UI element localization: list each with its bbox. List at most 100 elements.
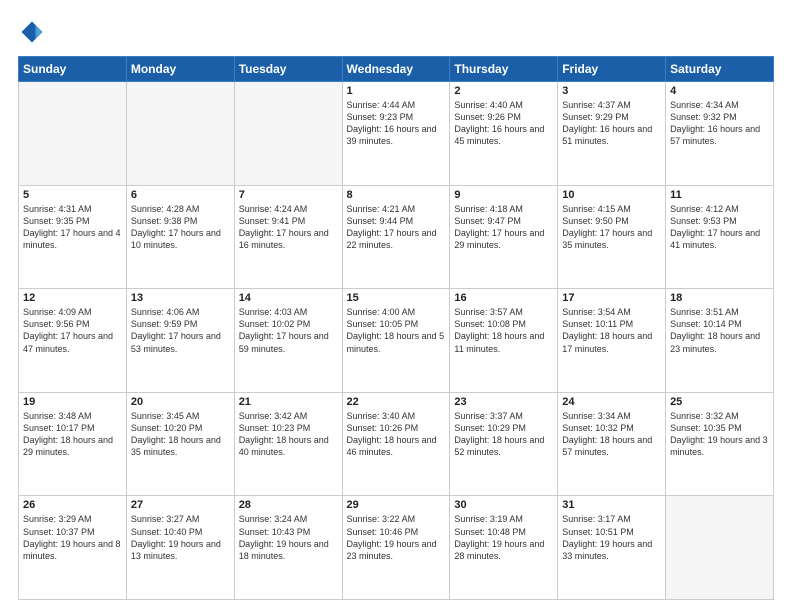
day-number: 3 [562,85,661,97]
day-info: Sunrise: 4:12 AM Sunset: 9:53 PM Dayligh… [670,203,769,252]
day-number: 2 [454,85,553,97]
day-info: Sunrise: 4:00 AM Sunset: 10:05 PM Daylig… [347,306,446,355]
weekday-header-row: SundayMondayTuesdayWednesdayThursdayFrid… [19,57,774,82]
day-number: 19 [23,396,122,408]
calendar-cell: 22 Sunrise: 3:40 AM Sunset: 10:26 PM Dayl… [342,392,450,496]
day-info: Sunrise: 3:32 AM Sunset: 10:35 PM Daylig… [670,410,769,459]
day-info: Sunrise: 3:42 AM Sunset: 10:23 PM Daylig… [239,410,338,459]
day-number: 6 [131,189,230,201]
calendar-cell: 3 Sunrise: 4:37 AM Sunset: 9:29 PM Daylig… [558,82,666,186]
day-number: 25 [670,396,769,408]
day-info: Sunrise: 4:28 AM Sunset: 9:38 PM Dayligh… [131,203,230,252]
day-number: 11 [670,189,769,201]
week-row-3: 19 Sunrise: 3:48 AM Sunset: 10:17 PM Dayl… [19,392,774,496]
day-info: Sunrise: 4:15 AM Sunset: 9:50 PM Dayligh… [562,203,661,252]
weekday-header-saturday: Saturday [666,57,774,82]
day-number: 9 [454,189,553,201]
day-number: 14 [239,292,338,304]
day-number: 8 [347,189,446,201]
calendar-cell: 25 Sunrise: 3:32 AM Sunset: 10:35 PM Dayl… [666,392,774,496]
week-row-1: 5 Sunrise: 4:31 AM Sunset: 9:35 PM Daylig… [19,185,774,289]
page: SundayMondayTuesdayWednesdayThursdayFrid… [0,0,792,612]
calendar-cell: 21 Sunrise: 3:42 AM Sunset: 10:23 PM Dayl… [234,392,342,496]
day-info: Sunrise: 4:09 AM Sunset: 9:56 PM Dayligh… [23,306,122,355]
weekday-header-friday: Friday [558,57,666,82]
calendar-cell: 7 Sunrise: 4:24 AM Sunset: 9:41 PM Daylig… [234,185,342,289]
week-row-0: 1 Sunrise: 4:44 AM Sunset: 9:23 PM Daylig… [19,82,774,186]
calendar-cell: 24 Sunrise: 3:34 AM Sunset: 10:32 PM Dayl… [558,392,666,496]
day-number: 24 [562,396,661,408]
day-number: 4 [670,85,769,97]
calendar-cell: 6 Sunrise: 4:28 AM Sunset: 9:38 PM Daylig… [126,185,234,289]
calendar-cell: 12 Sunrise: 4:09 AM Sunset: 9:56 PM Dayli… [19,289,127,393]
day-info: Sunrise: 3:48 AM Sunset: 10:17 PM Daylig… [23,410,122,459]
day-number: 16 [454,292,553,304]
calendar-cell [666,496,774,600]
day-number: 21 [239,396,338,408]
day-info: Sunrise: 3:17 AM Sunset: 10:51 PM Daylig… [562,513,661,562]
calendar-cell: 10 Sunrise: 4:15 AM Sunset: 9:50 PM Dayli… [558,185,666,289]
day-number: 18 [670,292,769,304]
day-info: Sunrise: 4:21 AM Sunset: 9:44 PM Dayligh… [347,203,446,252]
day-info: Sunrise: 3:54 AM Sunset: 10:11 PM Daylig… [562,306,661,355]
calendar-cell: 31Sunrise: 3:17 AM Sunset: 10:51 PM Dayl… [558,496,666,600]
day-number: 23 [454,396,553,408]
calendar-cell: 9 Sunrise: 4:18 AM Sunset: 9:47 PM Daylig… [450,185,558,289]
day-number: 12 [23,292,122,304]
calendar-cell: 27 Sunrise: 3:27 AM Sunset: 10:40 PM Dayl… [126,496,234,600]
day-info: Sunrise: 3:51 AM Sunset: 10:14 PM Daylig… [670,306,769,355]
calendar-cell: 20Sunrise: 3:45 AM Sunset: 10:20 PM Dayl… [126,392,234,496]
day-info: Sunrise: 4:31 AM Sunset: 9:35 PM Dayligh… [23,203,122,252]
calendar-cell: 30Sunrise: 3:19 AM Sunset: 10:48 PM Dayl… [450,496,558,600]
day-info: Sunrise: 3:19 AM Sunset: 10:48 PM Daylig… [454,513,553,562]
day-info: Sunrise: 4:40 AM Sunset: 9:26 PM Dayligh… [454,99,553,148]
logo-icon [18,18,46,46]
calendar-cell [126,82,234,186]
day-info: Sunrise: 3:34 AM Sunset: 10:32 PM Daylig… [562,410,661,459]
calendar-cell: 17 Sunrise: 3:54 AM Sunset: 10:11 PM Dayl… [558,289,666,393]
day-info: Sunrise: 4:24 AM Sunset: 9:41 PM Dayligh… [239,203,338,252]
day-number: 7 [239,189,338,201]
day-number: 15 [347,292,446,304]
day-info: Sunrise: 3:27 AM Sunset: 10:40 PM Daylig… [131,513,230,562]
day-number: 22 [347,396,446,408]
calendar-cell [234,82,342,186]
weekday-header-thursday: Thursday [450,57,558,82]
calendar-cell: 18 Sunrise: 3:51 AM Sunset: 10:14 PM Dayl… [666,289,774,393]
day-info: Sunrise: 4:44 AM Sunset: 9:23 PM Dayligh… [347,99,446,148]
calendar-table: SundayMondayTuesdayWednesdayThursdayFrid… [18,56,774,600]
day-info: Sunrise: 4:18 AM Sunset: 9:47 PM Dayligh… [454,203,553,252]
day-number: 13 [131,292,230,304]
logo [18,18,50,46]
calendar-cell: 29Sunrise: 3:22 AM Sunset: 10:46 PM Dayl… [342,496,450,600]
calendar-cell: 13Sunrise: 4:06 AM Sunset: 9:59 PM Dayli… [126,289,234,393]
day-number: 5 [23,189,122,201]
day-info: Sunrise: 3:37 AM Sunset: 10:29 PM Daylig… [454,410,553,459]
week-row-4: 26 Sunrise: 3:29 AM Sunset: 10:37 PM Dayl… [19,496,774,600]
day-info: Sunrise: 3:57 AM Sunset: 10:08 PM Daylig… [454,306,553,355]
day-number: 20 [131,396,230,408]
day-number: 10 [562,189,661,201]
calendar-cell: 1 Sunrise: 4:44 AM Sunset: 9:23 PM Daylig… [342,82,450,186]
calendar-cell: 28Sunrise: 3:24 AM Sunset: 10:43 PM Dayl… [234,496,342,600]
day-info: Sunrise: 4:37 AM Sunset: 9:29 PM Dayligh… [562,99,661,148]
calendar-cell: 4Sunrise: 4:34 AM Sunset: 9:32 PM Daylig… [666,82,774,186]
day-number: 27 [131,499,230,511]
day-number: 26 [23,499,122,511]
calendar-cell: 8 Sunrise: 4:21 AM Sunset: 9:44 PM Daylig… [342,185,450,289]
weekday-header-tuesday: Tuesday [234,57,342,82]
calendar-cell: 5 Sunrise: 4:31 AM Sunset: 9:35 PM Daylig… [19,185,127,289]
day-number: 28 [239,499,338,511]
calendar-cell: 2 Sunrise: 4:40 AM Sunset: 9:26 PM Daylig… [450,82,558,186]
day-info: Sunrise: 3:29 AM Sunset: 10:37 PM Daylig… [23,513,122,562]
weekday-header-monday: Monday [126,57,234,82]
week-row-2: 12 Sunrise: 4:09 AM Sunset: 9:56 PM Dayli… [19,289,774,393]
calendar-cell [19,82,127,186]
day-info: Sunrise: 3:40 AM Sunset: 10:26 PM Daylig… [347,410,446,459]
calendar-cell: 19 Sunrise: 3:48 AM Sunset: 10:17 PM Dayl… [19,392,127,496]
calendar-cell: 11 Sunrise: 4:12 AM Sunset: 9:53 PM Dayli… [666,185,774,289]
day-number: 1 [347,85,446,97]
day-number: 17 [562,292,661,304]
calendar-cell: 16 Sunrise: 3:57 AM Sunset: 10:08 PM Dayl… [450,289,558,393]
day-info: Sunrise: 4:03 AM Sunset: 10:02 PM Daylig… [239,306,338,355]
